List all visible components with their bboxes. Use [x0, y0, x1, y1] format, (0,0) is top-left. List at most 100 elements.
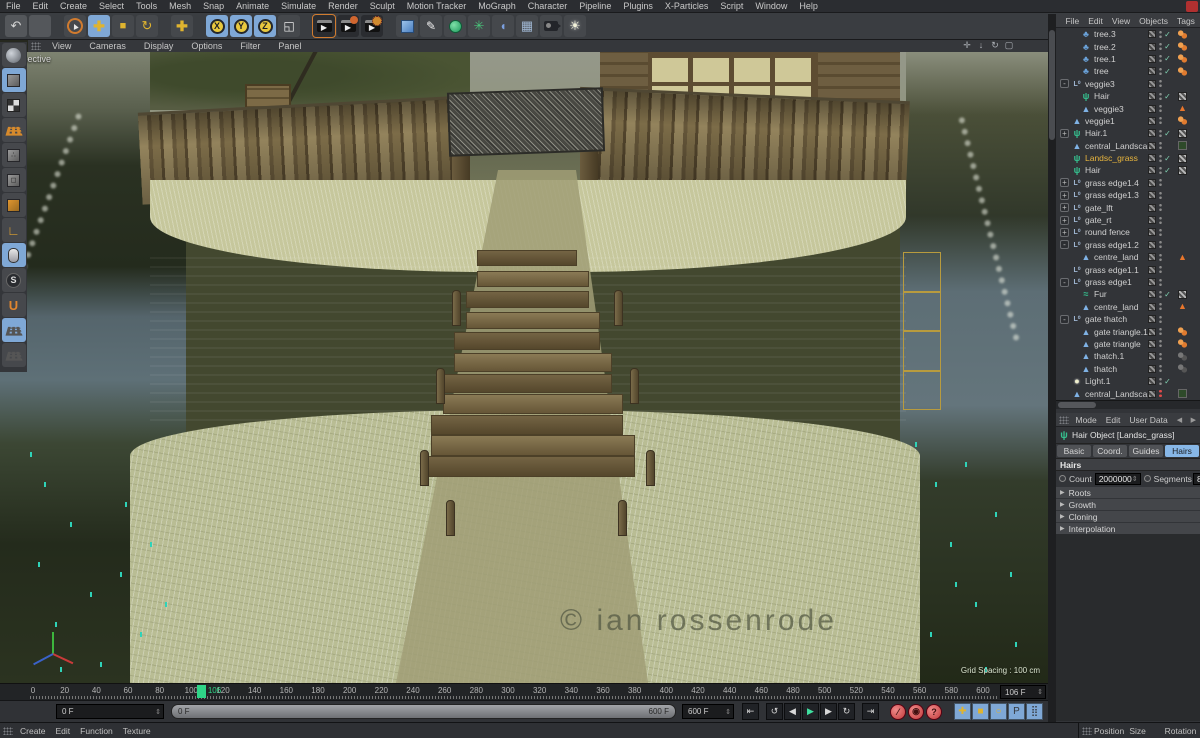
layer-color-toggle[interactable] [1148, 116, 1156, 125]
group-interpolation[interactable]: ▶ Interpolation [1056, 523, 1200, 534]
zoom-icon[interactable]: ↓ [974, 40, 988, 51]
key-scale-button[interactable]: ■ [972, 703, 989, 720]
darkspheres-tag-icon[interactable] [1178, 351, 1187, 361]
play-button[interactable]: ▶ [802, 703, 819, 720]
axis-x-icon[interactable]: X [206, 15, 228, 37]
enabled-check-icon[interactable]: ✓ [1163, 290, 1172, 299]
spheres-tag-icon[interactable] [1178, 42, 1187, 52]
layer-color-toggle[interactable] [1148, 377, 1156, 386]
layer-color-toggle[interactable] [1148, 315, 1156, 324]
menu-pipeline[interactable]: Pipeline [573, 1, 617, 11]
render-picture-viewer-icon[interactable]: ▶ [337, 15, 359, 37]
visibility-dots-toggle[interactable] [1158, 141, 1163, 151]
viewport-menu-panel[interactable]: Panel [269, 41, 310, 51]
objects-menu-edit[interactable]: Edit [1084, 16, 1108, 26]
workplane-icon[interactable] [1, 118, 26, 142]
expand-toggle-icon[interactable]: + [1060, 190, 1069, 200]
object-row[interactable]: ▲ gate triangle.1 [1056, 325, 1200, 337]
object-row[interactable]: + L⁰ grass edge1.4 [1056, 177, 1200, 189]
hatch-tag-icon[interactable] [1178, 289, 1187, 299]
objects-menu-file[interactable]: File [1061, 16, 1084, 26]
layer-color-toggle[interactable] [1148, 203, 1156, 212]
layer-color-toggle[interactable] [1148, 141, 1156, 150]
material-menu-function[interactable]: Function [75, 726, 118, 736]
history-forward-icon[interactable]: ▶ [1191, 416, 1200, 424]
enabled-check-icon[interactable]: ✓ [1163, 42, 1172, 51]
enabled-check-icon[interactable]: ✓ [1163, 166, 1172, 175]
spinner-icon[interactable]: ⇕ [155, 708, 163, 716]
enabled-check-icon[interactable]: ✓ [1163, 377, 1172, 386]
mograph-icon[interactable]: ✳ [468, 15, 490, 37]
object-row[interactable]: ♣ tree.2 ✓ [1056, 40, 1200, 52]
layer-color-toggle[interactable] [1148, 290, 1156, 299]
visibility-dots-toggle[interactable] [1158, 215, 1163, 225]
menu-plugins[interactable]: Plugins [617, 1, 659, 11]
material-menu-create[interactable]: Create [15, 726, 51, 736]
menu-tools[interactable]: Tools [130, 1, 163, 11]
object-row[interactable]: ▲central_Landscape [1056, 140, 1200, 152]
goto-end-button[interactable]: ⇥ [862, 703, 879, 720]
record-keyframe-button[interactable]: ⁄ [890, 703, 906, 720]
prev-key-button[interactable]: ↺ [766, 703, 783, 720]
visibility-dots-toggle[interactable] [1158, 389, 1163, 399]
visibility-dots-toggle[interactable] [1158, 203, 1163, 213]
menu-sculpt[interactable]: Sculpt [364, 1, 401, 11]
timeline-playhead[interactable] [196, 685, 206, 698]
darktex-tag-icon[interactable] [1178, 141, 1187, 151]
object-row[interactable]: ψ Hair ✓ [1056, 164, 1200, 176]
layer-color-toggle[interactable] [1148, 389, 1156, 398]
viewport-menu-display[interactable]: Display [135, 41, 183, 51]
panel-grip-icon[interactable] [3, 726, 13, 735]
count-field[interactable]: 2000000 ⇕ [1094, 472, 1141, 485]
visibility-dots-toggle[interactable] [1158, 178, 1163, 188]
timeline-ruler[interactable]: 0 20 40 60 80 100 120 140 160 180 200 220 240 260 280 3… [0, 683, 1048, 700]
visibility-dots-toggle[interactable] [1158, 227, 1163, 237]
hatch-tag-icon[interactable] [1178, 153, 1187, 163]
menu-simulate[interactable]: Simulate [275, 1, 322, 11]
enabled-check-icon[interactable]: ✓ [1163, 129, 1172, 138]
visibility-dots-toggle[interactable] [1158, 364, 1163, 374]
layer-color-toggle[interactable] [1148, 79, 1156, 88]
goto-start-button[interactable]: ⇤ [742, 703, 759, 720]
expand-toggle-icon[interactable]: + [1060, 203, 1069, 213]
axis-y-icon[interactable]: Y [230, 15, 252, 37]
spheres-tag-icon[interactable] [1178, 327, 1187, 337]
visibility-dots-toggle[interactable] [1158, 116, 1163, 126]
attributes-menu-mode[interactable]: Mode [1071, 415, 1101, 425]
key-position-button[interactable]: ✚ [954, 703, 971, 720]
hatch-tag-icon[interactable] [1178, 128, 1187, 138]
texture-mode-icon[interactable] [1, 93, 26, 117]
object-row[interactable]: ♣ tree ✓ [1056, 65, 1200, 77]
objects-menu-tags[interactable]: Tags [1172, 16, 1199, 26]
layer-color-toggle[interactable] [1148, 30, 1156, 39]
object-row[interactable]: + L⁰ grass edge1.3 [1056, 189, 1200, 201]
visibility-dots-toggle[interactable] [1158, 79, 1163, 89]
maximize-icon[interactable]: ▢ [1002, 40, 1016, 51]
spheres-tag-icon[interactable] [1178, 116, 1187, 126]
workplane-lock-icon[interactable] [1, 318, 26, 342]
layer-color-toggle[interactable] [1148, 339, 1156, 348]
move-icon[interactable]: ✚ [88, 15, 110, 37]
snap-icon[interactable]: S [1, 268, 26, 292]
visibility-dots-toggle[interactable] [1158, 302, 1163, 312]
key-pla-button[interactable]: ⣿ [1026, 703, 1043, 720]
menu-edit[interactable]: Edit [27, 1, 55, 11]
layer-color-toggle[interactable] [1148, 92, 1156, 101]
object-row[interactable]: + ψ Hair.1 ✓ [1056, 127, 1200, 139]
spinner-icon[interactable]: ⇕ [1037, 688, 1045, 696]
object-row[interactable]: ▲ veggie1 [1056, 115, 1200, 127]
tab-basic[interactable]: Basic [1057, 445, 1091, 457]
object-row[interactable]: + L⁰ round fence [1056, 226, 1200, 238]
group-growth[interactable]: ▶ Growth [1056, 499, 1200, 510]
visibility-dots-toggle[interactable] [1158, 190, 1163, 200]
enable-axis-icon[interactable]: ∟ [1, 218, 26, 242]
enabled-check-icon[interactable]: ✓ [1163, 92, 1172, 101]
layer-color-toggle[interactable] [1148, 166, 1156, 175]
panel-grip-icon[interactable] [1082, 726, 1092, 735]
record-options-button[interactable]: ? [926, 703, 942, 720]
darktex-tag-icon[interactable] [1178, 389, 1187, 399]
spheres-tag-icon[interactable] [1178, 66, 1187, 76]
current-frame-field[interactable]: 106 F ⇕ [1000, 685, 1046, 699]
polygons-mode-icon[interactable] [1, 193, 26, 217]
menu-character[interactable]: Character [522, 1, 574, 11]
